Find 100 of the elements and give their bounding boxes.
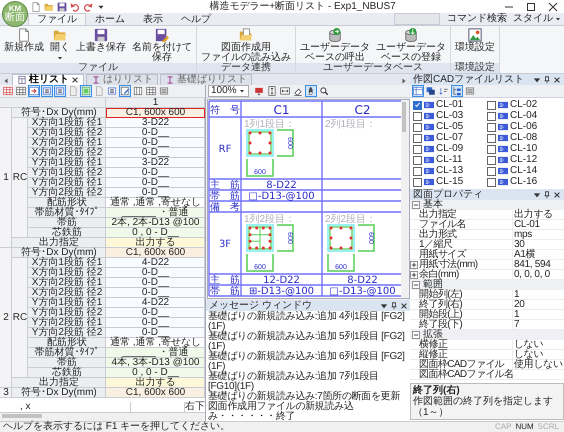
property-value[interactable]: しない — [513, 350, 564, 360]
property-value[interactable]: しない — [513, 340, 564, 350]
file-name[interactable]: CL-16 — [510, 177, 538, 187]
file-name[interactable]: CL-06 — [510, 122, 538, 132]
ribbon-tab[interactable]: 表示 — [134, 13, 172, 25]
style-menu[interactable]: スタイル — [511, 13, 564, 25]
horizontal-scrollbar[interactable] — [0, 413, 205, 421]
file-name[interactable]: CL-05 — [436, 122, 464, 132]
file-name[interactable]: CL-03 — [436, 111, 464, 121]
zoom-tool-button[interactable] — [318, 85, 330, 97]
table-cell[interactable]: 0-D__ — [106, 138, 205, 148]
collapse-icon[interactable] — [412, 201, 420, 209]
monitor-tool-button[interactable] — [252, 85, 265, 97]
ribbon-tab[interactable]: ファイル — [28, 13, 86, 25]
table-cell[interactable]: 0-D__ — [106, 328, 205, 338]
checkbox[interactable] — [487, 134, 496, 142]
pin-icon[interactable] — [543, 76, 551, 84]
checkbox[interactable] — [487, 156, 496, 164]
table-cell[interactable]: 0-D__ — [106, 278, 205, 288]
table-cell[interactable]: 0-D__ — [106, 318, 205, 328]
list-tool-button[interactable] — [464, 85, 476, 97]
file-name[interactable]: CL-12 — [510, 155, 538, 165]
checkbox[interactable] — [413, 100, 422, 110]
list-tool-button[interactable] — [106, 85, 118, 97]
checkbox[interactable] — [487, 122, 496, 132]
table-cell[interactable]: 2本, 2本-D13 @100 — [106, 218, 205, 228]
floppy-disk-button[interactable] — [56, 0, 68, 12]
document-tab[interactable]: はりリスト — [86, 74, 158, 85]
undo-button[interactable] — [69, 0, 81, 12]
file-name[interactable]: CL-07 — [436, 133, 464, 143]
checkbox[interactable] — [413, 178, 422, 186]
table-cell[interactable]: 0 , 0 - D__ — [106, 368, 205, 378]
vertical-scrollbar[interactable] — [401, 100, 409, 298]
property-value[interactable]: 0, 0, 0, 0 — [513, 270, 564, 280]
list-tool-button[interactable] — [158, 85, 170, 97]
file-name[interactable]: CL-11 — [436, 155, 462, 165]
file-name[interactable]: CL-10 — [510, 144, 538, 154]
table-cell[interactable]: 0-D__ — [106, 188, 205, 198]
table-cell[interactable]: 0-D__ — [106, 168, 205, 178]
columns-tool-button[interactable] — [132, 85, 144, 97]
table-cell[interactable]: 出力する — [106, 238, 205, 248]
property-value[interactable]: 841, 594 — [513, 260, 564, 270]
list-tool-button[interactable] — [54, 85, 66, 97]
pencil-tool-button[interactable] — [119, 85, 131, 97]
table-cell[interactable]: 通常 ,通常 ,寄せなし — [106, 198, 205, 208]
close-icon[interactable] — [400, 302, 408, 310]
table-tool-button[interactable] — [15, 85, 27, 97]
table-cell[interactable]: 0-D__ — [106, 308, 205, 318]
file-name[interactable]: CL-15 — [436, 177, 464, 187]
category-row[interactable]: 拡張 — [410, 330, 564, 340]
document-tab[interactable]: 柱リスト — [12, 74, 84, 85]
panel-tool-button[interactable] — [412, 85, 424, 97]
collapse-icon[interactable] — [412, 281, 420, 289]
file-name[interactable]: CL-04 — [510, 111, 538, 121]
square-tool-button[interactable] — [80, 85, 92, 97]
table-cell[interactable]: 0 , 0 - D__ — [106, 228, 205, 238]
expand-icon[interactable] — [410, 271, 418, 279]
dropdown-icon[interactable] — [380, 302, 388, 310]
property-value[interactable]: 30 — [513, 240, 564, 250]
checkbox[interactable] — [413, 144, 422, 154]
table-cell[interactable]: 3-D22 — [106, 158, 205, 168]
ribbon-button[interactable]: ユーザーデータ ベースの呼出 — [298, 28, 372, 63]
table-cell[interactable]: 4本, 3本-D13 @100 — [106, 358, 205, 368]
table-cell[interactable]: 0-D__ — [106, 178, 205, 188]
table-cell[interactable]: C1, 600x 600 — [106, 388, 205, 398]
property-value[interactable]: 1 — [513, 310, 564, 320]
checkbox[interactable] — [487, 178, 496, 186]
pin-icon[interactable] — [543, 190, 551, 198]
table-cell[interactable]: C1, 600x 600 — [106, 248, 205, 258]
new-file-button[interactable] — [30, 0, 42, 12]
column-header[interactable]: 1 — [106, 98, 205, 108]
checkbox[interactable] — [413, 134, 422, 142]
close-icon[interactable] — [71, 76, 79, 84]
checkbox[interactable] — [413, 166, 422, 176]
checkbox[interactable] — [487, 112, 496, 120]
table-cell[interactable]: 3-D22 — [106, 118, 205, 128]
table-cell[interactable]: 0-D__ — [106, 148, 205, 158]
file-name[interactable]: CL-09 — [436, 144, 464, 154]
zoom-dropdown[interactable]: 100% — [208, 85, 249, 97]
property-value[interactable]: CL-01 — [513, 220, 564, 230]
expand-icon[interactable] — [410, 261, 418, 269]
search-field[interactable] — [394, 13, 440, 25]
pin-icon[interactable] — [390, 302, 398, 310]
document-tab[interactable]: 基礎ばりリスト — [160, 74, 252, 85]
table-cell[interactable]: 4-D22 — [106, 298, 205, 308]
table-cell[interactable]: 0-D__ — [106, 268, 205, 278]
table-cell[interactable]: ______ ・普通 — [106, 348, 205, 358]
checkbox[interactable] — [413, 122, 422, 132]
ribbon-button[interactable]: 新規作成 — [2, 28, 46, 53]
fit-width-tool-button[interactable] — [278, 85, 291, 97]
table-cell[interactable]: 4-D22 — [106, 258, 205, 268]
redo-button[interactable] — [82, 0, 94, 12]
category-row[interactable]: 基本 — [410, 200, 564, 210]
ribbon-tab[interactable]: ホーム — [86, 13, 134, 25]
ribbon-button[interactable]: 環境設定 — [453, 28, 497, 53]
property-value[interactable]: 1 — [513, 290, 564, 300]
hand-tool-button[interactable] — [304, 85, 317, 97]
command-search-label[interactable]: コマンド検索 — [443, 13, 511, 25]
property-value[interactable]: 7 — [513, 320, 564, 330]
checkbox[interactable] — [413, 112, 422, 120]
